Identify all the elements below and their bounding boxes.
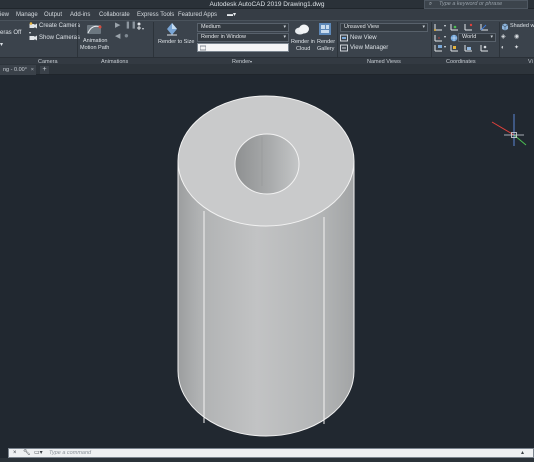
ucs-world-icon[interactable] <box>450 34 458 42</box>
motion-path-label-2[interactable]: Motion Path <box>80 44 109 52</box>
ucs-dropdown-icon[interactable]: ▾ <box>444 22 446 30</box>
tab-manage[interactable]: Manage <box>16 9 38 20</box>
create-camera-button[interactable]: Create Camera <box>39 22 80 30</box>
command-settings-icon[interactable]: 🔧︎ <box>23 449 31 457</box>
file-tab-label: ng - 0.00° <box>3 67 27 73</box>
camera-expand-icon[interactable]: ▾ <box>0 41 3 49</box>
ucs-z-axis-icon[interactable] <box>480 23 489 31</box>
cameras-off-label[interactable]: eras Off <box>0 29 21 37</box>
render-destination-value: Render in Window <box>201 34 246 40</box>
render-quality-select[interactable]: Medium ▾ <box>197 23 289 32</box>
render-to-size-icon[interactable] <box>165 22 179 36</box>
walk-fly-icon[interactable]: ▾ <box>136 22 145 31</box>
render-to-size-button[interactable]: Render to Size <box>158 38 194 46</box>
panel-divider <box>337 22 338 57</box>
title-bar: Autodesk AutoCAD 2019 Drawing1.dwg ⌕ Typ… <box>0 0 534 9</box>
ucs-3point-icon[interactable] <box>464 23 473 31</box>
ucs-origin-icon[interactable] <box>450 23 459 31</box>
search-input[interactable]: ⌕ Type a keyword or phrase <box>424 0 528 9</box>
render-quality-value: Medium <box>201 24 221 30</box>
visual-style-icon[interactable] <box>501 23 509 31</box>
ucs-view-icon[interactable] <box>434 44 443 52</box>
show-cameras-icon[interactable] <box>29 34 37 42</box>
chevron-down-icon: ▾ <box>422 24 425 30</box>
panel-divider <box>499 22 500 57</box>
command-options-icon[interactable]: ▴ <box>521 449 524 457</box>
play-icon[interactable]: ▶ <box>115 22 120 30</box>
ucs-icon[interactable] <box>434 23 443 31</box>
folder-icon <box>200 45 206 51</box>
file-tab-drawing1[interactable]: ng - 0.00° × <box>0 65 36 75</box>
chevron-down-icon: ▾ <box>283 34 286 40</box>
render-gallery-label-2[interactable]: Gallery <box>317 45 334 53</box>
visual-style-toggle-icon[interactable]: ◉ <box>514 33 519 41</box>
ucs-named-icon[interactable] <box>480 44 489 52</box>
search-icon: ⌕ <box>429 1 433 7</box>
panel-divider <box>153 22 154 57</box>
svg-text:x: x <box>438 35 440 40</box>
status-bar <box>0 458 534 462</box>
new-view-button[interactable]: New View <box>350 34 377 42</box>
close-icon[interactable]: × <box>31 65 34 75</box>
ucs-x-dropdown-icon[interactable]: ▾ <box>444 33 446 41</box>
lights-icon[interactable]: ✦ <box>514 44 519 52</box>
ucs-crosshair-icon <box>491 114 527 146</box>
command-input[interactable]: Type a command <box>49 449 91 457</box>
chevron-down-icon: ▾ <box>490 34 493 40</box>
new-tab-button[interactable]: + <box>40 66 49 74</box>
tab-collaborate[interactable]: Collaborate <box>99 9 130 20</box>
view-manager-button[interactable]: View Manager <box>350 44 388 52</box>
visual-style-settings-icon[interactable]: ◈ <box>501 33 506 41</box>
render-gallery-icon[interactable] <box>318 22 332 36</box>
tab-view[interactable]: iew <box>0 9 9 20</box>
search-placeholder: Type a keyword or phrase <box>439 1 503 7</box>
ucs-select[interactable]: World ▾ <box>458 33 496 42</box>
chevron-down-icon: ▾ <box>283 24 286 30</box>
ucs-object-icon[interactable] <box>450 44 459 52</box>
tab-add-ins[interactable]: Add-ins <box>70 9 90 20</box>
drawing-viewport[interactable] <box>0 75 534 447</box>
command-history-icon[interactable]: ▭▾ <box>34 449 43 457</box>
show-cameras-button[interactable]: Show Cameras <box>39 34 80 42</box>
render-output-field[interactable] <box>197 43 289 52</box>
named-view-value: Unsaved View <box>344 24 380 30</box>
render-in-cloud-icon[interactable] <box>294 22 310 36</box>
shadow-icon[interactable]: ◐ <box>501 44 505 52</box>
ucs-x-icon[interactable]: x <box>434 34 443 42</box>
tab-express-tools[interactable]: Express Tools <box>137 9 174 20</box>
panel-divider <box>431 22 432 57</box>
ucs-view-dropdown-icon[interactable]: ▾ <box>444 43 446 51</box>
command-line[interactable]: × 🔧︎ ▭▾ Type a command ▴ <box>8 448 534 458</box>
ucs-face-icon[interactable] <box>464 44 473 52</box>
visual-style-value[interactable]: Shaded wit <box>510 22 534 30</box>
render-destination-select[interactable]: Render in Window ▾ <box>197 33 289 42</box>
pause-icon[interactable]: ❚❚ <box>125 22 137 30</box>
model-canvas[interactable] <box>0 75 534 447</box>
cylinder-hole[interactable] <box>234 133 300 195</box>
panel-divider <box>77 22 78 57</box>
ucs-value: World <box>462 34 477 40</box>
ribbon-tabs: iew Manage Output Add-ins Collaborate Ex… <box>0 9 534 20</box>
svg-text:▾: ▾ <box>142 26 144 31</box>
tab-options-icon[interactable]: ▬▾ <box>227 9 236 20</box>
tab-output[interactable]: Output <box>44 9 62 20</box>
animation-motion-path-icon[interactable] <box>86 22 102 36</box>
named-view-select[interactable]: Unsaved View ▾ <box>340 23 428 32</box>
new-view-icon[interactable] <box>340 34 348 42</box>
record-icon[interactable]: ● <box>124 32 129 40</box>
command-close-icon[interactable]: × <box>13 449 17 457</box>
create-camera-icon[interactable] <box>29 22 37 30</box>
rewind-icon[interactable]: ◀ <box>115 33 120 41</box>
view-manager-icon[interactable] <box>340 44 348 52</box>
ribbon: eras Off ▾ ▾ Create Camera Show Cameras … <box>0 20 534 65</box>
tab-featured-apps[interactable]: Featured Apps <box>178 9 217 20</box>
render-in-cloud-label-2[interactable]: Cloud <box>296 45 310 53</box>
file-tabs: ng - 0.00° × + <box>0 64 534 75</box>
